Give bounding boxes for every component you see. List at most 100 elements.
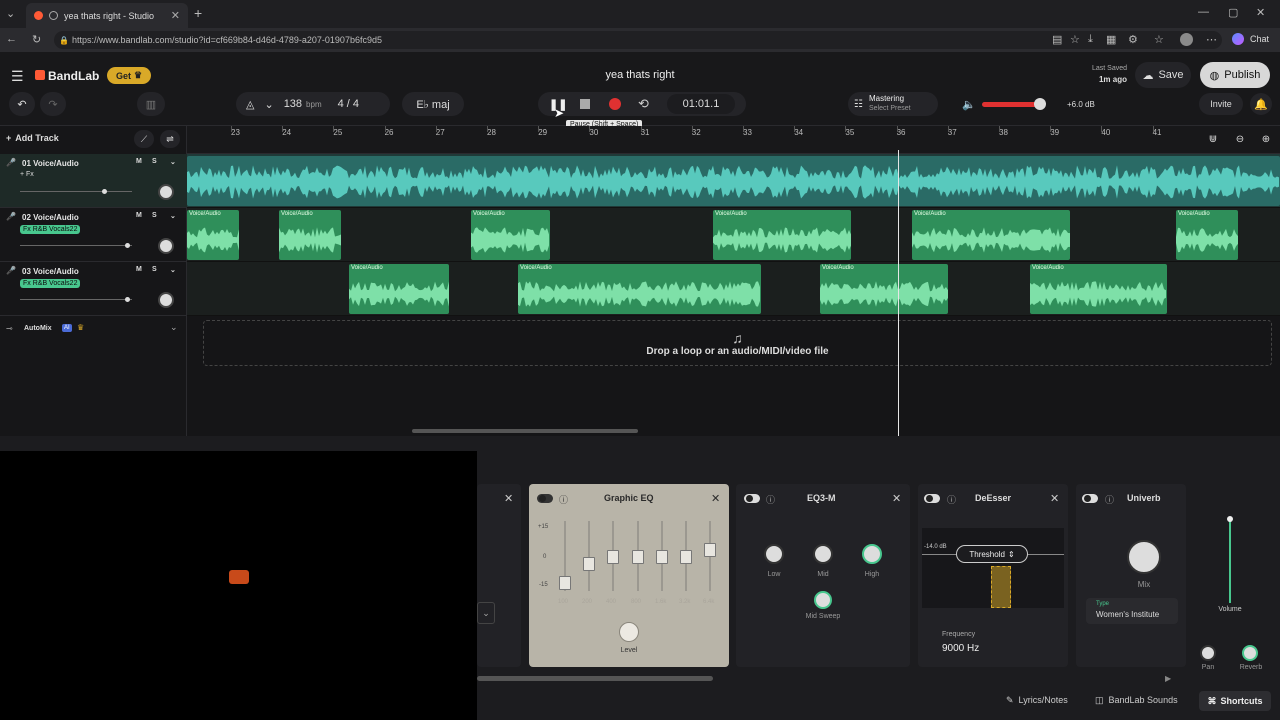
level-knob[interactable] (619, 622, 639, 642)
zoom-in-icon[interactable]: ⊕ (1257, 130, 1275, 148)
maximize-icon[interactable]: ▢ (1228, 6, 1238, 19)
eq-band-handle[interactable] (656, 550, 668, 564)
close-icon[interactable]: ✕ (892, 492, 901, 505)
track-volume-fader[interactable] (20, 243, 132, 248)
bpm-value[interactable]: 138 (284, 98, 302, 110)
pan-knob[interactable] (158, 184, 174, 200)
audio-clip[interactable]: Voice/Audio (518, 264, 761, 314)
eq-band-slider[interactable] (632, 521, 644, 591)
fader-handle[interactable] (125, 243, 130, 248)
favorite-icon[interactable]: ☆ (1070, 33, 1080, 46)
eq-band-handle[interactable] (632, 550, 644, 564)
save-button[interactable]: ☁ Save (1135, 62, 1191, 88)
info-icon[interactable]: ⓘ (1105, 493, 1114, 506)
volume-handle[interactable] (1227, 516, 1233, 522)
key-selector[interactable]: E♭ maj (402, 92, 464, 116)
close-icon[interactable]: ✕ (504, 492, 513, 505)
fader-handle[interactable] (125, 297, 130, 302)
close-icon[interactable]: ✕ (711, 492, 720, 505)
audio-clip[interactable]: Voice/Audio (1176, 210, 1238, 260)
eq-band-slider[interactable] (656, 521, 668, 591)
fader-handle[interactable] (102, 189, 107, 194)
solo-button[interactable]: S (152, 212, 157, 219)
low-knob[interactable] (764, 544, 784, 564)
eq-band-slider[interactable] (583, 521, 595, 591)
calendar-icon[interactable]: ▦ (1106, 33, 1116, 46)
eq-band-slider[interactable] (704, 521, 716, 591)
track-volume-fader[interactable] (20, 189, 132, 194)
track-header-2[interactable]: 🎤 02 Voice/Audio M S ⌄ Fx R&B Vocals22 (0, 208, 187, 262)
mid-knob[interactable] (813, 544, 833, 564)
eq-band-slider[interactable] (559, 521, 571, 591)
publish-button[interactable]: ◍ Publish (1200, 62, 1270, 88)
master-volume-slider[interactable] (982, 102, 1042, 107)
reload-icon[interactable]: ↻ (32, 33, 41, 46)
audio-clip[interactable]: Voice/Audio (279, 210, 341, 260)
track-lane-3[interactable]: Voice/Audio Voice/Audio Voice/Audio Voice/A… (187, 262, 1280, 316)
fx-preset-badge[interactable]: Fx R&B Vocals22 (20, 225, 81, 234)
mute-button[interactable]: M (136, 266, 142, 273)
record-button[interactable] (609, 98, 621, 110)
type-selector[interactable]: Type Women's Institute (1086, 598, 1178, 624)
close-tab-icon[interactable]: ✕ (171, 9, 180, 22)
threshold-selector[interactable]: Threshold ⇕ (956, 545, 1028, 563)
automix-row[interactable]: ⊸ AutoMix AI ♛ ⌄ (0, 318, 187, 342)
solo-button[interactable]: S (152, 266, 157, 273)
speaker-icon[interactable]: 🔈 (962, 98, 976, 111)
menu-icon[interactable]: ☰ (11, 68, 24, 85)
pan-knob[interactable] (158, 238, 174, 254)
copilot-icon[interactable] (1232, 33, 1244, 45)
solo-button[interactable]: S (152, 158, 157, 165)
audio-clip[interactable]: Voice/Audio (912, 210, 1070, 260)
track-volume-fader[interactable] (20, 297, 132, 302)
bandlab-sounds-button[interactable]: ◫ BandLab Sounds (1095, 695, 1178, 706)
mute-button[interactable]: M (136, 212, 142, 219)
download-icon[interactable]: ⤓ (1088, 33, 1093, 46)
eq-band-handle[interactable] (583, 557, 595, 571)
chevron-down-icon[interactable]: ⌄ (264, 98, 273, 111)
chevron-down-icon[interactable]: ⌄ (170, 158, 176, 166)
filter-icon[interactable]: ⇌ (160, 130, 180, 148)
drop-zone[interactable]: ♫ Drop a loop or an audio/MIDI/video fil… (203, 320, 1272, 366)
track-lane-2[interactable]: Voice/Audio Voice/Audio Voice/Audio Voice/A… (187, 208, 1280, 262)
lyrics-notes-button[interactable]: ✎ Lyrics/Notes (1006, 695, 1068, 706)
info-icon[interactable]: ⓘ (947, 493, 956, 506)
close-icon[interactable]: ✕ (1050, 492, 1059, 505)
project-title[interactable]: yea thats right (550, 69, 730, 81)
info-icon[interactable]: ⓘ (559, 493, 568, 506)
eq-band-handle[interactable] (559, 576, 571, 590)
track-name[interactable]: 03 Voice/Audio (22, 267, 79, 276)
invite-button[interactable]: Invite (1199, 93, 1243, 115)
new-tab-icon[interactable]: + (194, 5, 202, 21)
univerb-toggle[interactable] (1082, 494, 1098, 503)
more-icon[interactable]: ⋯ (1206, 33, 1217, 46)
audio-clip[interactable]: Voice/Audio (187, 210, 239, 260)
shortcuts-button[interactable]: ⌘ Shortcuts (1199, 691, 1271, 711)
volume-slider[interactable] (1229, 518, 1231, 603)
frequency-band[interactable] (991, 566, 1011, 608)
collections-icon[interactable]: ☆ (1154, 33, 1164, 46)
tempo-control[interactable]: ◬ ⌄ 138 bpm 4 / 4 (236, 92, 390, 116)
effects-scrollbar[interactable] (477, 676, 713, 681)
mute-button[interactable]: M (136, 158, 142, 165)
audio-clip[interactable]: Voice/Audio (471, 210, 550, 260)
deesser-toggle[interactable] (924, 494, 940, 503)
reverb-knob[interactable] (1242, 645, 1258, 661)
track-name[interactable]: 02 Voice/Audio (22, 213, 79, 222)
notification-icon[interactable]: 🔔 (1250, 93, 1272, 115)
master-volume-handle[interactable] (1034, 98, 1046, 110)
add-track-button[interactable]: + Add Track (6, 133, 59, 143)
chevron-down-icon[interactable]: ⌄ (170, 322, 178, 333)
redo-button[interactable]: ↷ (40, 92, 66, 116)
zoom-out-icon[interactable]: ⊖ (1231, 130, 1249, 148)
scroll-right-icon[interactable]: ▶ (1165, 674, 1171, 683)
audio-clip[interactable]: Voice/Audio (1030, 264, 1167, 314)
pan-knob[interactable] (1200, 645, 1216, 661)
fx-preset-badge[interactable]: Fx R&B Vocals22 (20, 279, 81, 288)
read-mode-icon[interactable]: ▤ (1052, 33, 1062, 46)
eq-band-handle[interactable] (704, 543, 716, 557)
info-icon[interactable]: ⓘ (766, 493, 775, 506)
wand-icon[interactable]: ⟋ (134, 130, 154, 148)
minimize-icon[interactable]: — (1198, 6, 1209, 18)
time-signature[interactable]: 4 / 4 (338, 98, 359, 110)
